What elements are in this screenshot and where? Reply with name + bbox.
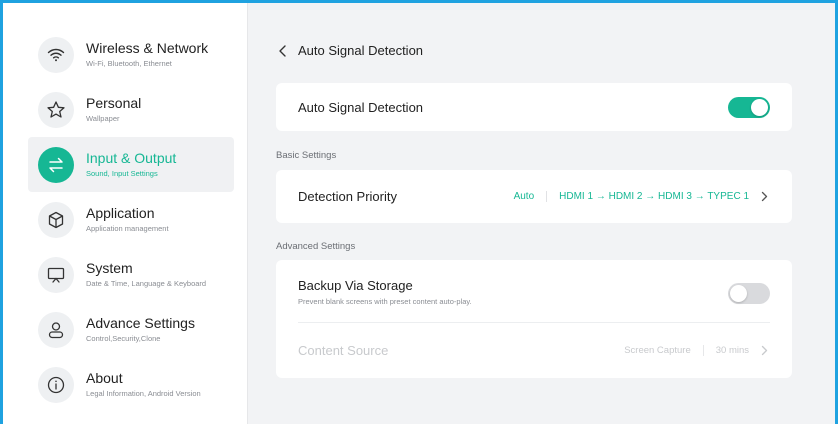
sidebar-item-wireless-network[interactable]: Wireless & Network Wi-Fi, Bluetooth, Eth… (28, 27, 234, 82)
sidebar-item-input-output[interactable]: Input & Output Sound, Input Settings (28, 137, 234, 192)
sidebar-item-sublabel: Wallpaper (86, 114, 120, 123)
sidebar-item-label: About (86, 370, 123, 386)
content-duration-value: 30 mins (715, 345, 749, 356)
sidebar-item-label: Advance Settings (86, 315, 195, 331)
content-source-value: Screen Capture (624, 345, 704, 356)
back-button[interactable]: Auto Signal Detection (276, 43, 423, 58)
settings-window: Wireless & Network Wi-Fi, Bluetooth, Eth… (0, 0, 838, 424)
backup-description: Prevent blank screens with preset conten… (298, 297, 472, 306)
backup-label: Backup Via Storage (298, 278, 413, 293)
detection-priority-label: Detection Priority (298, 189, 397, 204)
sidebar-item-advance-settings[interactable]: Advance Settings Control,Security,Clone (28, 302, 234, 357)
chevron-right-icon (761, 191, 768, 202)
user-icon (38, 311, 74, 348)
sidebar-item-sublabel: Legal Information, Android Version (86, 389, 201, 398)
chevron-left-icon (279, 44, 286, 57)
page-title: Auto Signal Detection (298, 43, 424, 58)
sidebar-item-about[interactable]: About Legal Information, Android Version (28, 357, 234, 412)
advanced-settings-card: Backup Via Storage Prevent blank screens… (276, 260, 792, 378)
advanced-settings-label: Advanced Settings (276, 241, 356, 252)
detection-mode-value: Auto (514, 191, 548, 202)
sidebar-item-sublabel: Application management (86, 224, 169, 233)
content-source-label: Content Source (298, 343, 389, 358)
info-icon (38, 366, 74, 403)
toggle-knob (730, 285, 747, 302)
content-source-row[interactable]: Content Source Screen Capture 30 mins (298, 323, 770, 378)
toggle-knob (751, 98, 768, 116)
detection-priority-row[interactable]: Detection Priority Auto HDMI 1 → HDMI 2 … (276, 170, 792, 223)
sidebar: Wireless & Network Wi-Fi, Bluetooth, Eth… (3, 3, 248, 424)
sidebar-item-label: Application (86, 205, 155, 221)
sidebar-item-sublabel: Wi-Fi, Bluetooth, Ethernet (86, 59, 172, 68)
wifi-icon (38, 36, 74, 73)
auto-signal-toggle[interactable] (728, 96, 770, 118)
sidebar-item-system[interactable]: System Date & Time, Language & Keyboard (28, 247, 234, 302)
sidebar-item-label: Wireless & Network (86, 40, 209, 56)
swap-icon (38, 146, 74, 183)
backup-toggle[interactable] (728, 283, 770, 304)
chevron-right-icon (761, 345, 768, 356)
sidebar-item-label: Input & Output (86, 150, 177, 166)
detection-order-value: HDMI 1 → HDMI 2 → HDMI 3 → TYPEC 1 (559, 191, 749, 202)
sidebar-item-personal[interactable]: Personal Wallpaper (28, 82, 234, 137)
sidebar-item-sublabel: Date & Time, Language & Keyboard (86, 279, 207, 288)
monitor-icon (38, 256, 74, 293)
cube-icon (38, 201, 74, 238)
sidebar-item-sublabel: Control,Security,Clone (86, 334, 161, 343)
sidebar-item-label: Personal (86, 95, 142, 111)
sidebar-item-label: System (86, 260, 133, 276)
auto-signal-label: Auto Signal Detection (298, 99, 424, 115)
star-icon (38, 91, 74, 128)
backup-row: Backup Via Storage Prevent blank screens… (298, 278, 770, 306)
sidebar-item-sublabel: Sound, Input Settings (86, 169, 158, 178)
sidebar-item-application[interactable]: Application Application management (28, 192, 234, 247)
main-panel: Auto Signal Detection Auto Signal Detect… (248, 3, 835, 424)
basic-settings-label: Basic Settings (276, 150, 337, 161)
auto-signal-card: Auto Signal Detection (276, 83, 792, 131)
